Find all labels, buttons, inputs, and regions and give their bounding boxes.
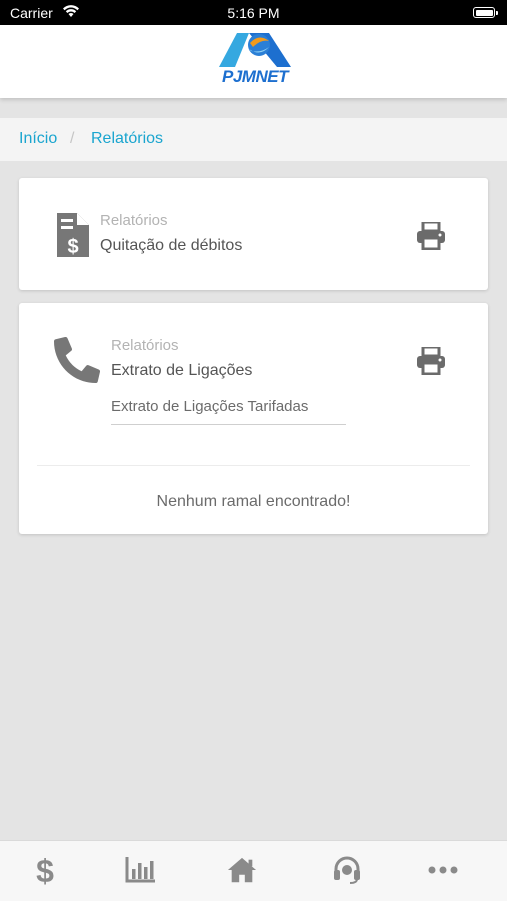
logo-mark-icon bbox=[219, 33, 291, 67]
tab-home[interactable] bbox=[227, 855, 257, 885]
statement-type-select[interactable]: Extrato de Ligações Tarifadas bbox=[111, 398, 346, 425]
headset-icon bbox=[334, 856, 360, 884]
card-title: Extrato de Ligações bbox=[111, 362, 253, 379]
svg-text:$: $ bbox=[36, 854, 54, 886]
card-divider bbox=[37, 465, 470, 466]
tab-support[interactable] bbox=[332, 855, 362, 885]
bottom-tab-bar: $ bbox=[0, 840, 507, 901]
breadcrumb-current-link[interactable]: Relatórios bbox=[91, 130, 163, 148]
print-icon[interactable] bbox=[416, 347, 446, 375]
app-logo: PJMNET bbox=[205, 27, 305, 89]
card-category-label: Relatórios bbox=[100, 212, 168, 229]
print-icon[interactable] bbox=[416, 222, 446, 250]
empty-extension-message: Nenhum ramal encontrado! bbox=[156, 493, 351, 510]
clock: 5:16 PM bbox=[227, 5, 280, 21]
svg-text:$: $ bbox=[67, 236, 78, 257]
more-icon bbox=[428, 866, 458, 874]
report-card-debt-settlement: $ Relatórios Quitação de débitos bbox=[19, 178, 488, 290]
tab-financial[interactable]: $ bbox=[30, 854, 60, 886]
home-icon bbox=[227, 857, 257, 883]
phone-icon bbox=[54, 337, 100, 383]
dollar-icon: $ bbox=[36, 854, 54, 886]
card-title: Quitação de débitos bbox=[100, 237, 243, 254]
status-bar: Carrier 5:16 PM bbox=[0, 0, 507, 25]
breadcrumb: Início / Relatórios bbox=[0, 118, 507, 161]
app-header: PJMNET bbox=[0, 25, 507, 98]
card-category-label: Relatórios bbox=[111, 337, 179, 354]
breadcrumb-separator: / bbox=[70, 130, 75, 147]
report-card-call-statement: Relatórios Extrato de Ligações Extrato d… bbox=[19, 303, 488, 534]
breadcrumb-home-link[interactable]: Início bbox=[19, 130, 57, 148]
tab-reports[interactable] bbox=[125, 855, 155, 885]
battery-icon bbox=[473, 7, 498, 18]
invoice-dollar-icon: $ bbox=[57, 213, 89, 257]
tab-more[interactable] bbox=[428, 855, 458, 885]
logo-text: PJMNET bbox=[222, 67, 288, 86]
bar-chart-icon bbox=[125, 857, 155, 883]
